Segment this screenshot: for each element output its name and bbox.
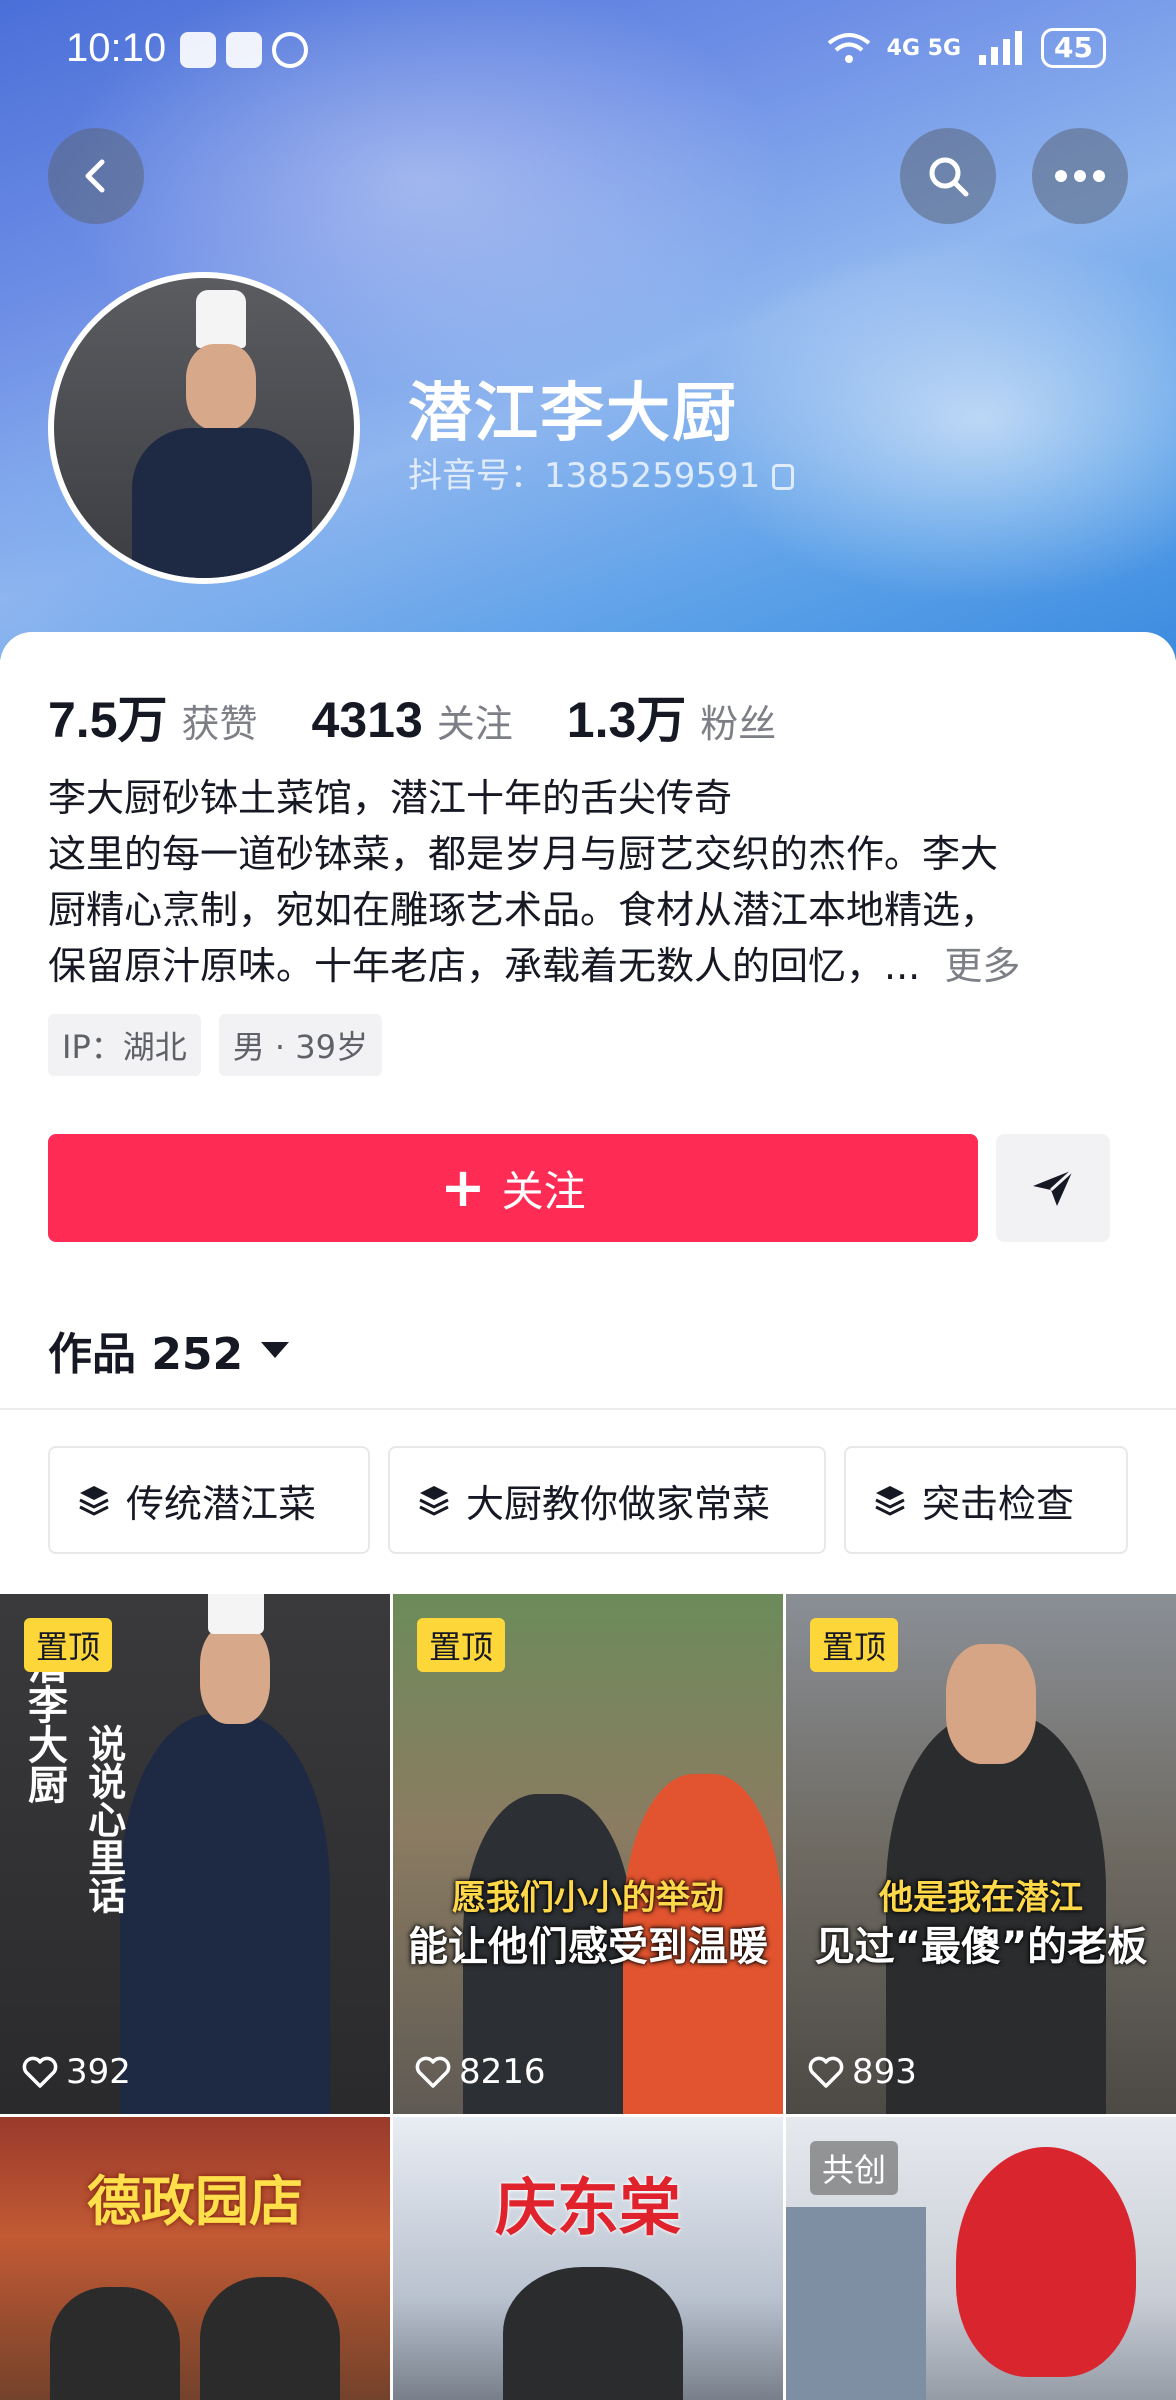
bio-line: 李大厨砂钵土菜馆，潜江十年的舌尖传奇 <box>48 776 733 820</box>
pinned-badge: 置顶 <box>24 1618 113 1672</box>
following-count[interactable]: 4313 <box>312 691 423 749</box>
followers-count[interactable]: 1.3万 <box>567 680 687 752</box>
back-button[interactable] <box>48 128 144 224</box>
video-likes: 392 <box>22 2052 131 2092</box>
follow-label: 关注 <box>501 1166 586 1216</box>
wifi-icon <box>827 33 870 63</box>
video-overlay-text: 能让他们感受到温暖 <box>408 1924 768 1970</box>
gender-age-tag: 男 · 39岁 <box>218 1014 382 1076</box>
back-icon <box>85 159 105 193</box>
video-thumbnail[interactable]: 他是我在潜江 见过“最傻”的老板 置顶 893 <box>786 1594 1176 2114</box>
collection-label: 突击检查 <box>922 1481 1075 1526</box>
collection-label: 传统潜江菜 <box>126 1481 317 1526</box>
chef-face <box>200 1624 270 1724</box>
likes-count: 7.5万 <box>48 692 168 748</box>
share-button[interactable] <box>996 1134 1110 1242</box>
chef-figure <box>120 1714 330 2114</box>
more-button[interactable] <box>1032 128 1128 224</box>
profile-tags: IP：湖北 男 · 39岁 <box>48 1014 382 1076</box>
bio-line: 厨精心烹制，宛如在雕琢艺术品。食材从潜江本地精选， <box>48 888 999 932</box>
video-grid: 潜李大厨 说说心里话 置顶 392 愿我们小小的举动 能让他们感受到温暖 置顶 … <box>0 1594 1176 2400</box>
system-status: 4G 5G 45 <box>827 28 1106 68</box>
video-title-overlay: 庆东棠 <box>494 2171 681 2244</box>
man-figure <box>50 2287 180 2400</box>
signal-icon <box>979 31 1023 65</box>
collections-row: 传统潜江菜 大厨教你做家常菜 突击检查 <box>48 1446 1128 1554</box>
status-time: 10:10 <box>66 26 167 70</box>
followers-label[interactable]: 粉丝 <box>700 693 776 748</box>
bio-line-last: 保留原汁原味。十年老店，承载着无数人的回忆，... 更多 <box>48 938 1128 994</box>
notification-icons <box>180 32 308 68</box>
heart-icon <box>22 2056 58 2088</box>
collection-traditional-qianjiang[interactable]: 传统潜江菜 <box>48 1446 370 1554</box>
works-tab[interactable]: 作品 252 <box>48 1318 290 1382</box>
network-indicator: 4G 5G <box>886 35 962 61</box>
more-icon <box>1055 170 1105 182</box>
chef-hat <box>196 290 246 348</box>
status-bar: 10:10 4G 5G 45 <box>0 0 1176 100</box>
pinned-badge: 置顶 <box>417 1618 506 1672</box>
ip-location-tag: IP：湖北 <box>48 1014 201 1076</box>
video-overlay-text: 见过“最傻”的老板 <box>814 1924 1148 1970</box>
collection-surprise-inspection[interactable]: 突击检查 <box>844 1446 1128 1554</box>
pinned-badge: 置顶 <box>810 1618 899 1672</box>
video-thumbnail[interactable]: 潜李大厨 说说心里话 置顶 392 <box>0 1594 390 2114</box>
video-likes: 893 <box>808 2052 917 2092</box>
app-notification-icon <box>226 32 262 68</box>
video-overlay-text: 说说心里话 <box>81 1724 126 1914</box>
man-face <box>946 1644 1036 1764</box>
cocreate-badge: 共创 <box>810 2141 899 2195</box>
layers-icon <box>79 1486 109 1516</box>
video-thumbnail[interactable]: 德政园店 <box>0 2117 390 2400</box>
chef-uniform <box>132 428 312 578</box>
layers-icon <box>875 1486 905 1516</box>
video-overlay-text: 愿我们小小的举动 <box>452 1878 724 1918</box>
video-overlay-text: 他是我在潜江 <box>879 1878 1083 1918</box>
profile-stats: 7.5万 获赞 4313 关注 1.3万 粉丝 <box>48 680 816 752</box>
profile-name: 潜江李大厨 <box>408 377 738 451</box>
bio-line: 保留原汁原味。十年老店，承载着无数人的回忆，... <box>48 944 921 988</box>
app-notification-icon <box>180 32 216 68</box>
heart-icon <box>808 2056 844 2088</box>
alarm-icon <box>272 32 308 68</box>
like-count: 392 <box>66 2052 131 2092</box>
divider <box>0 1408 1176 1410</box>
dropdown-caret-icon <box>261 1342 290 1358</box>
profile-bio[interactable]: 李大厨砂钵土菜馆，潜江十年的舌尖传奇 这里的每一道砂钵菜，都是岁月与厨艺交织的杰… <box>48 770 1128 994</box>
bio-more-link[interactable]: 更多 <box>944 944 1020 988</box>
bio-line: 这里的每一道砂钵菜，都是岁月与厨艺交织的杰作。李大 <box>48 832 999 876</box>
video-thumbnail[interactable]: 愿我们小小的举动 能让他们感受到温暖 置顶 8216 <box>393 1594 783 2114</box>
chef-hat <box>208 1594 264 1634</box>
battery-indicator: 45 <box>1041 28 1106 68</box>
heart-icon <box>415 2056 451 2088</box>
chef-face <box>186 344 256 430</box>
like-count: 893 <box>852 2052 917 2092</box>
video-title-overlay: 德政园店 <box>87 2170 303 2233</box>
works-label: 作品 252 <box>48 1329 244 1380</box>
likes-label: 获赞 <box>181 702 258 746</box>
search-icon <box>929 157 969 197</box>
collection-home-cooking[interactable]: 大厨教你做家常菜 <box>388 1446 826 1554</box>
avatar[interactable] <box>48 272 360 584</box>
plus-icon: + <box>440 1156 486 1219</box>
share-icon <box>1033 1168 1075 1206</box>
crayfish-sculpture <box>956 2147 1136 2377</box>
building <box>786 2207 926 2400</box>
like-count: 8216 <box>459 2052 546 2092</box>
douyin-id[interactable]: 抖音号：1385259591 <box>408 448 795 497</box>
douyin-id-text: 抖音号：1385259591 <box>408 456 761 496</box>
video-likes: 8216 <box>415 2052 546 2092</box>
collection-label: 大厨教你做家常菜 <box>466 1481 771 1526</box>
follow-button[interactable]: + 关注 <box>48 1134 978 1242</box>
copy-icon[interactable] <box>772 464 795 490</box>
man-figure <box>200 2277 340 2400</box>
layers-icon <box>419 1486 449 1516</box>
following-label[interactable]: 关注 <box>437 693 513 748</box>
video-thumbnail[interactable]: 庆东棠 <box>393 2117 783 2400</box>
video-thumbnail[interactable]: 共创 <box>786 2117 1176 2400</box>
man-figure <box>503 2267 683 2400</box>
search-button[interactable] <box>900 128 996 224</box>
